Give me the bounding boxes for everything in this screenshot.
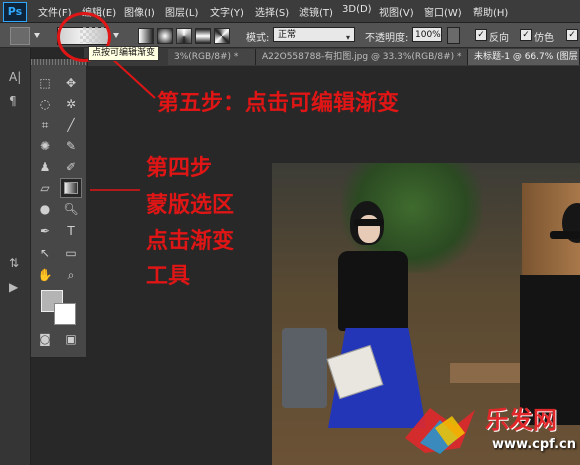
gradient-tooltip: 点按可编辑渐变 bbox=[88, 46, 160, 61]
step4-line-4: 工具 bbox=[146, 263, 191, 289]
step4-line-2: 蒙版选区 bbox=[146, 192, 235, 218]
step4-line-3: 点击渐变 bbox=[146, 228, 235, 254]
step5-annotation: 第五步：点击可编辑渐变 bbox=[157, 90, 400, 116]
watermark-title: 乐发网 bbox=[485, 405, 557, 434]
watermark-logo bbox=[405, 408, 475, 454]
step5-pointer-line bbox=[107, 54, 156, 99]
annotation-lines bbox=[90, 54, 156, 191]
step4-line-1: 第四步 bbox=[146, 155, 213, 181]
watermark-url: www.cpf.cn bbox=[492, 437, 576, 452]
